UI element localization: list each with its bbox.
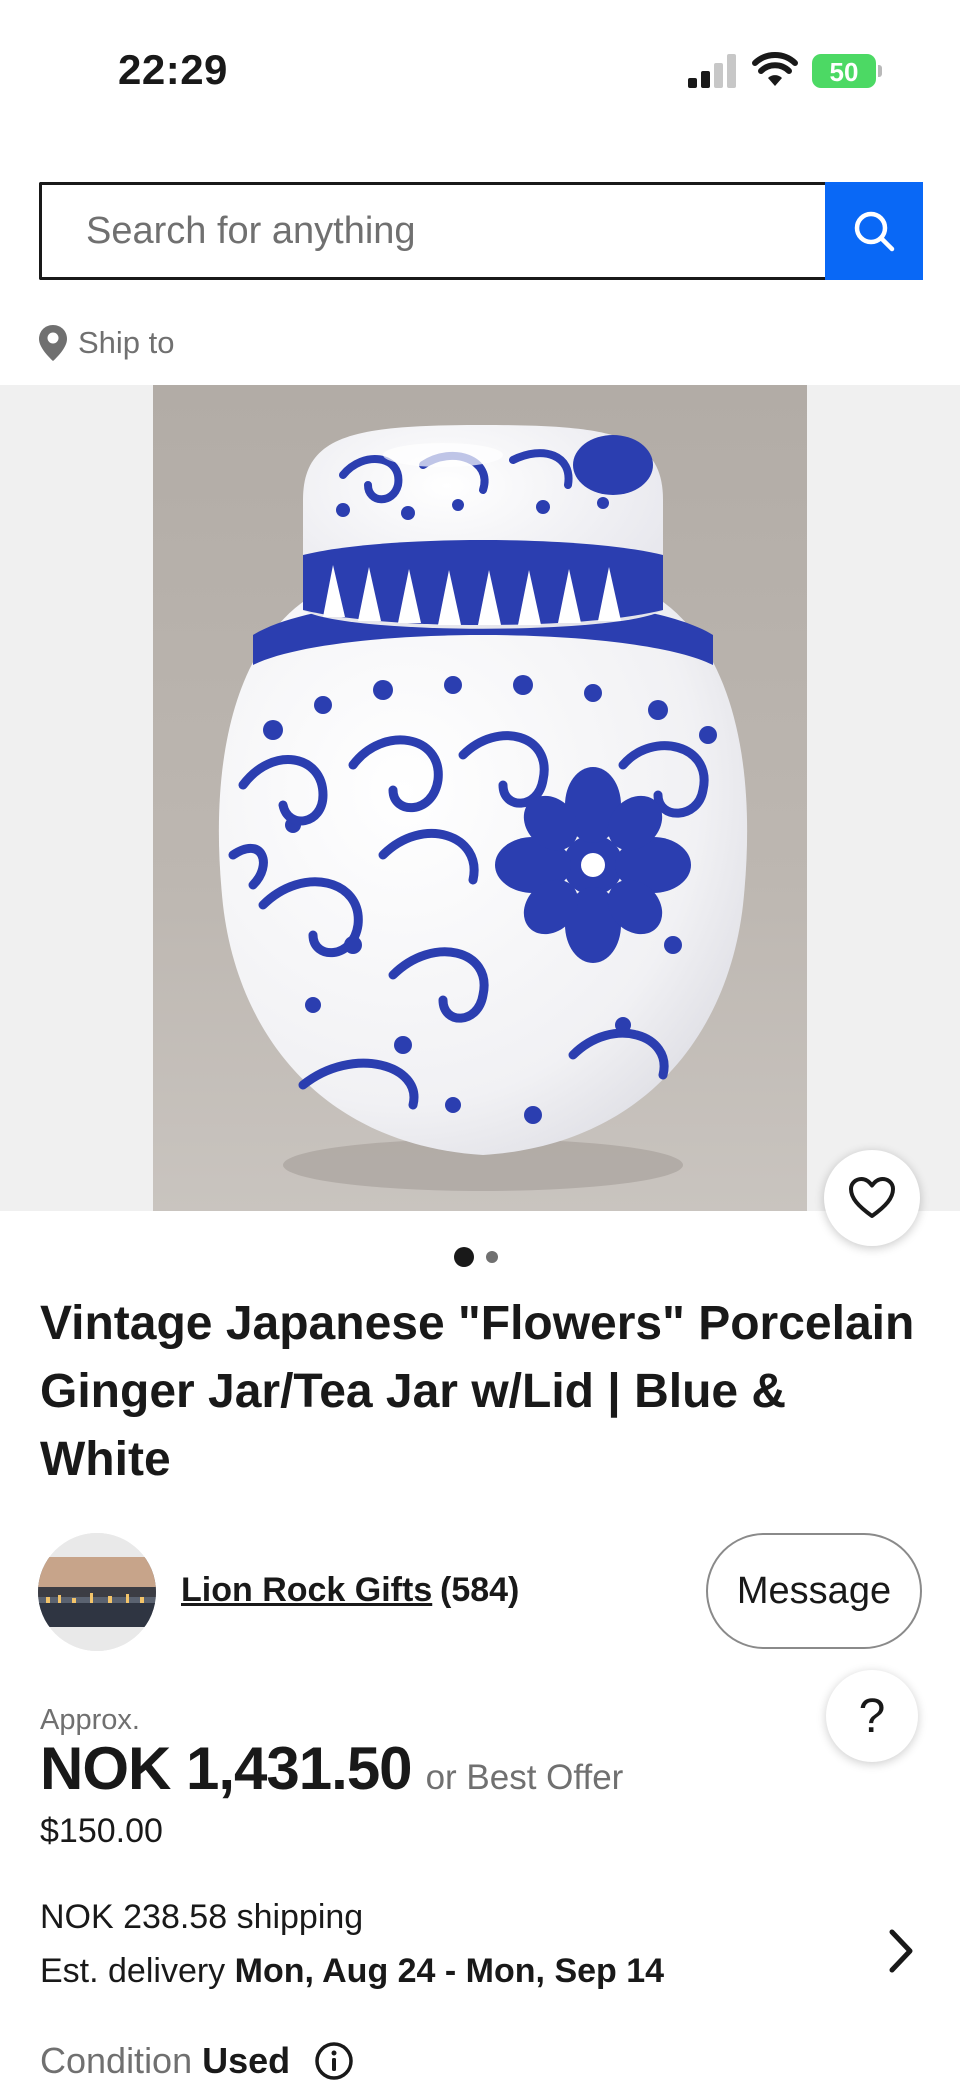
heart-icon (849, 1177, 895, 1218)
gallery-pagination (454, 1247, 498, 1267)
status-time: 22:29 (118, 46, 228, 93)
signal-icon (688, 54, 736, 88)
search-button[interactable] (825, 182, 923, 280)
seller-row: Lion Rock Gifts (584) Message (38, 1533, 922, 1651)
condition-row: Condition Used (40, 2040, 354, 2081)
image-gallery[interactable] (0, 385, 960, 1211)
seller-name-link[interactable]: Lion Rock Gifts (181, 1571, 432, 1610)
ship-to-label: Ship to (78, 325, 175, 360)
shipping-cost: NOK 238.58 shipping (40, 1898, 364, 1936)
delivery-estimate: Est. delivery Mon, Aug 24 - Mon, Sep 14 (40, 1952, 664, 1991)
shipping-row[interactable]: NOK 238.58 shipping Est. delivery Mon, A… (40, 1898, 920, 2008)
search-input[interactable] (39, 182, 827, 280)
search-icon (854, 211, 895, 252)
approx-label: Approx. (40, 1704, 140, 1736)
product-photo[interactable] (153, 385, 807, 1211)
help-button[interactable]: ? (826, 1670, 918, 1762)
condition-value: Used (202, 2040, 291, 2081)
search-bar (39, 182, 923, 280)
ginger-jar-image (218, 425, 748, 1191)
chevron-right-icon[interactable] (886, 1926, 916, 1976)
info-icon[interactable] (314, 2041, 354, 2081)
message-button[interactable]: Message (706, 1533, 922, 1649)
battery-level: 50 (829, 57, 859, 87)
ship-to-link[interactable]: Ship to (38, 324, 175, 362)
seller-avatar-image (38, 1533, 156, 1651)
wifi-icon (752, 52, 798, 86)
condition-label: Condition (40, 2040, 193, 2081)
battery-charging-icon: 50 (812, 54, 882, 88)
pagination-dot-active[interactable] (454, 1247, 474, 1267)
listing-title: Vintage Japanese "Flowers" Porcelain Gin… (40, 1297, 915, 1486)
watch-button[interactable] (824, 1150, 920, 1246)
status-bar: 22:29 50 (0, 0, 960, 140)
delivery-dates: Mon, Aug 24 - Mon, Sep 14 (234, 1952, 665, 1990)
location-pin-icon (39, 325, 67, 361)
pagination-dot[interactable] (486, 1251, 498, 1263)
price-line: NOK 1,431.50 or Best Offer (40, 1734, 623, 1803)
original-price: $150.00 (40, 1812, 163, 1850)
price-amount: NOK 1,431.50 (40, 1735, 413, 1802)
delivery-prefix: Est. delivery (40, 1952, 235, 1990)
best-offer-label: or Best Offer (425, 1758, 624, 1797)
seller-avatar[interactable] (38, 1533, 156, 1651)
seller-feedback-count: (584) (440, 1571, 520, 1609)
